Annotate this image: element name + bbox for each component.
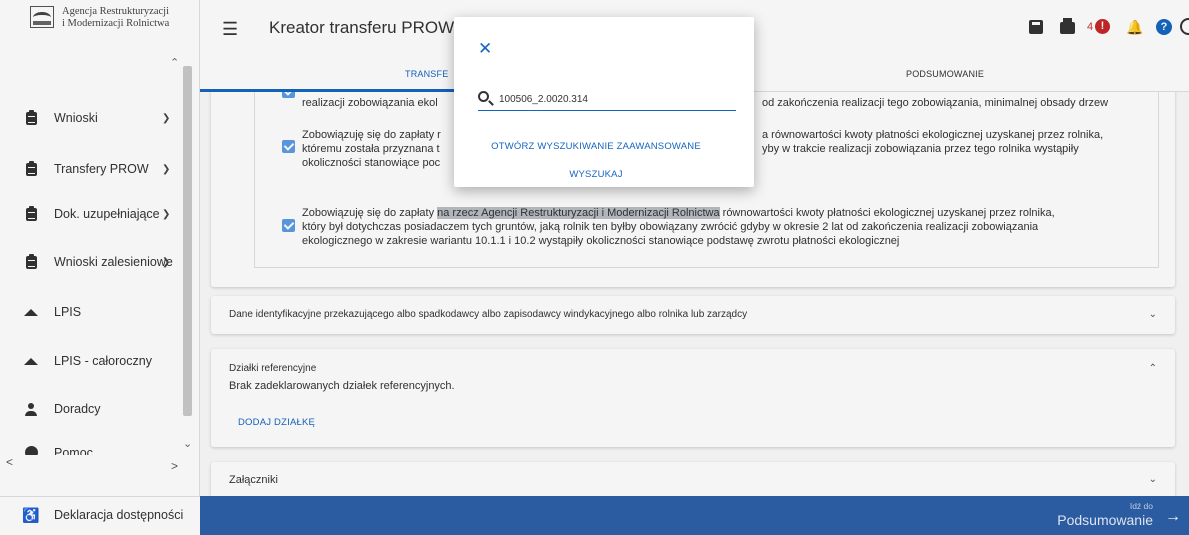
goto-label: Idź do	[1129, 501, 1153, 511]
sidebar-item-lpis[interactable]: LPIS	[24, 305, 184, 319]
chevron-down-icon: ❯	[162, 163, 171, 175]
search-field	[478, 89, 736, 111]
accessibility-declaration-link[interactable]: ♿ Deklaracja dostępności	[22, 507, 184, 523]
document-icon	[25, 205, 37, 221]
sidebar-item-label: Transfery PROW	[54, 162, 149, 176]
sidebar-scroll-right-icon[interactable]: >	[171, 459, 178, 473]
help-icon	[24, 446, 38, 455]
reference-parcels-title: Działki referencyjne	[229, 363, 317, 374]
declaration-checkbox-1[interactable]	[282, 92, 295, 98]
declaration-3-line-2: który był dotychczas posiadaczem tych gr…	[302, 221, 1039, 233]
agency-logo[interactable]: Agencja Restrukturyzacji i Modernizacji …	[30, 6, 169, 30]
person-icon	[25, 402, 37, 416]
sidebar-item-label: Pomoc	[54, 446, 93, 455]
sidebar-scroll-down-icon[interactable]: ⌄	[183, 437, 192, 450]
logo-line-1: Agencja Restrukturyzacji	[62, 6, 169, 17]
wizard-footer: Idź do Podsumowanie →	[200, 496, 1189, 535]
chevron-down-icon: ❯	[162, 112, 171, 124]
add-parcel-button[interactable]: DODAJ DZIAŁKĘ	[238, 417, 315, 428]
declaration-3-line-1: Zobowiązuję się do zapłaty na rzecz Agen…	[302, 207, 1055, 219]
declaration-checkbox-2[interactable]	[282, 140, 295, 153]
accessibility-icon: ♿	[22, 507, 40, 523]
declaration-1-text-right: od zakończenia realizacji tego zobowiąza…	[762, 97, 1109, 109]
declaration-2-line-2-right: yby w trakcie realizacji zobowiązania pr…	[762, 143, 1079, 155]
sidebar-scroll-up-icon[interactable]: ⌃	[170, 56, 179, 69]
chevron-down-icon[interactable]: ⌄	[1149, 309, 1157, 320]
declaration-2-line-1-right: a równowartości kwoty płatności ekologic…	[762, 129, 1104, 141]
sidebar-item-wnioski[interactable]: Wnioski ❯	[24, 109, 184, 125]
sidebar: Agencja Restrukturyzacji i Modernizacji …	[0, 0, 200, 535]
alert-icon[interactable]: !	[1095, 19, 1110, 34]
identification-section[interactable]: Dane identyfikacyjne przekazującego albo…	[211, 296, 1175, 334]
sidebar-item-wnioski-zalesieniowe[interactable]: Wnioski zalesieniowe ❯	[24, 253, 184, 269]
sidebar-item-lpis-caloroczny[interactable]: LPIS - całoroczny	[24, 354, 184, 368]
sidebar-item-label: Wnioski zalesieniowe	[54, 255, 173, 269]
attachments-section[interactable]: Załączniki ⌄	[211, 462, 1175, 496]
declaration-2-line-2: któremu została przyznana t	[302, 143, 440, 155]
document-icon	[25, 160, 37, 176]
reference-parcels-section: Działki referencyjne ⌃ Brak zadeklarowan…	[211, 349, 1175, 447]
help-icon[interactable]: ?	[1156, 19, 1172, 35]
chevron-down-icon[interactable]: ⌄	[1149, 474, 1157, 485]
declaration-1-text: realizacji zobowiązania ekol	[302, 97, 438, 109]
account-icon[interactable]	[1180, 18, 1189, 35]
logo-mark-icon	[30, 6, 54, 28]
tab-summary[interactable]: PODSUMOWANIE	[906, 69, 984, 79]
goto-summary-button[interactable]: Podsumowanie	[1057, 512, 1153, 528]
save-icon[interactable]	[1029, 20, 1043, 34]
search-input[interactable]	[499, 89, 729, 109]
sidebar-scrollbar[interactable]	[183, 66, 192, 416]
tab-transfer[interactable]: TRANSFE	[405, 69, 448, 79]
advanced-search-button[interactable]: OTWÓRZ WYSZUKIWANIE ZAAWANSOWANE	[446, 141, 746, 152]
arrow-right-icon[interactable]: →	[1165, 508, 1181, 526]
sidebar-item-label: Dok. uzupełniające	[54, 207, 160, 221]
terrain-icon	[24, 308, 38, 316]
hamburger-menu-icon[interactable]: ☰	[222, 19, 238, 40]
terrain-icon	[24, 357, 38, 365]
search-icon	[478, 91, 489, 102]
search-dialog: ✕ OTWÓRZ WYSZUKIWANIE ZAAWANSOWANE WYSZU…	[454, 17, 754, 187]
declaration-2-line-1: Zobowiązuję się do zapłaty r	[302, 129, 441, 141]
sidebar-item-dok-uzupelniajace[interactable]: Dok. uzupełniające ❯	[24, 205, 184, 221]
attachments-title: Załączniki	[229, 474, 278, 486]
document-icon	[25, 109, 37, 125]
chevron-down-icon: ❯	[162, 208, 171, 220]
no-parcels-message: Brak zadeklarowanych działek referencyjn…	[229, 380, 455, 392]
sidebar-item-label: Doradcy	[54, 402, 101, 416]
search-button[interactable]: WYSZUKAJ	[446, 169, 746, 180]
identification-section-title: Dane identyfikacyjne przekazującego albo…	[229, 309, 748, 320]
chevron-down-icon: ❯	[162, 256, 171, 268]
close-icon[interactable]: ✕	[478, 39, 492, 59]
declaration-checkbox-3[interactable]	[282, 219, 295, 232]
chevron-up-icon[interactable]: ⌃	[1149, 363, 1157, 374]
notification-count-badge: 4	[1087, 21, 1094, 33]
sidebar-item-label: LPIS - całoroczny	[54, 354, 152, 368]
logo-line-2: i Modernizacji Rolnictwa	[62, 18, 170, 29]
declaration-3-line-3: ekologicznego w zakresie wariantu 10.1.1…	[302, 235, 900, 247]
sidebar-item-doradcy[interactable]: Doradcy	[24, 402, 184, 416]
sidebar-footer: ♿ Deklaracja dostępności	[0, 496, 200, 535]
sidebar-scroll-left-icon[interactable]: <	[6, 455, 13, 469]
sidebar-item-pomoc[interactable]: Pomoc	[24, 446, 184, 455]
sidebar-item-label: LPIS	[54, 305, 82, 319]
declaration-2-line-3: okoliczności stanowiące poc	[302, 157, 441, 169]
highlighted-text: na rzecz Agencji Restrukturyzacji i Mode…	[437, 207, 720, 219]
bell-icon[interactable]: 🔔	[1126, 19, 1143, 36]
print-icon[interactable]	[1060, 18, 1075, 34]
sidebar-item-transfery-prow[interactable]: Transfery PROW ❯	[24, 160, 184, 176]
document-icon	[25, 253, 37, 269]
accessibility-label: Deklaracja dostępności	[54, 508, 184, 522]
sidebar-item-label: Wnioski	[54, 111, 98, 125]
